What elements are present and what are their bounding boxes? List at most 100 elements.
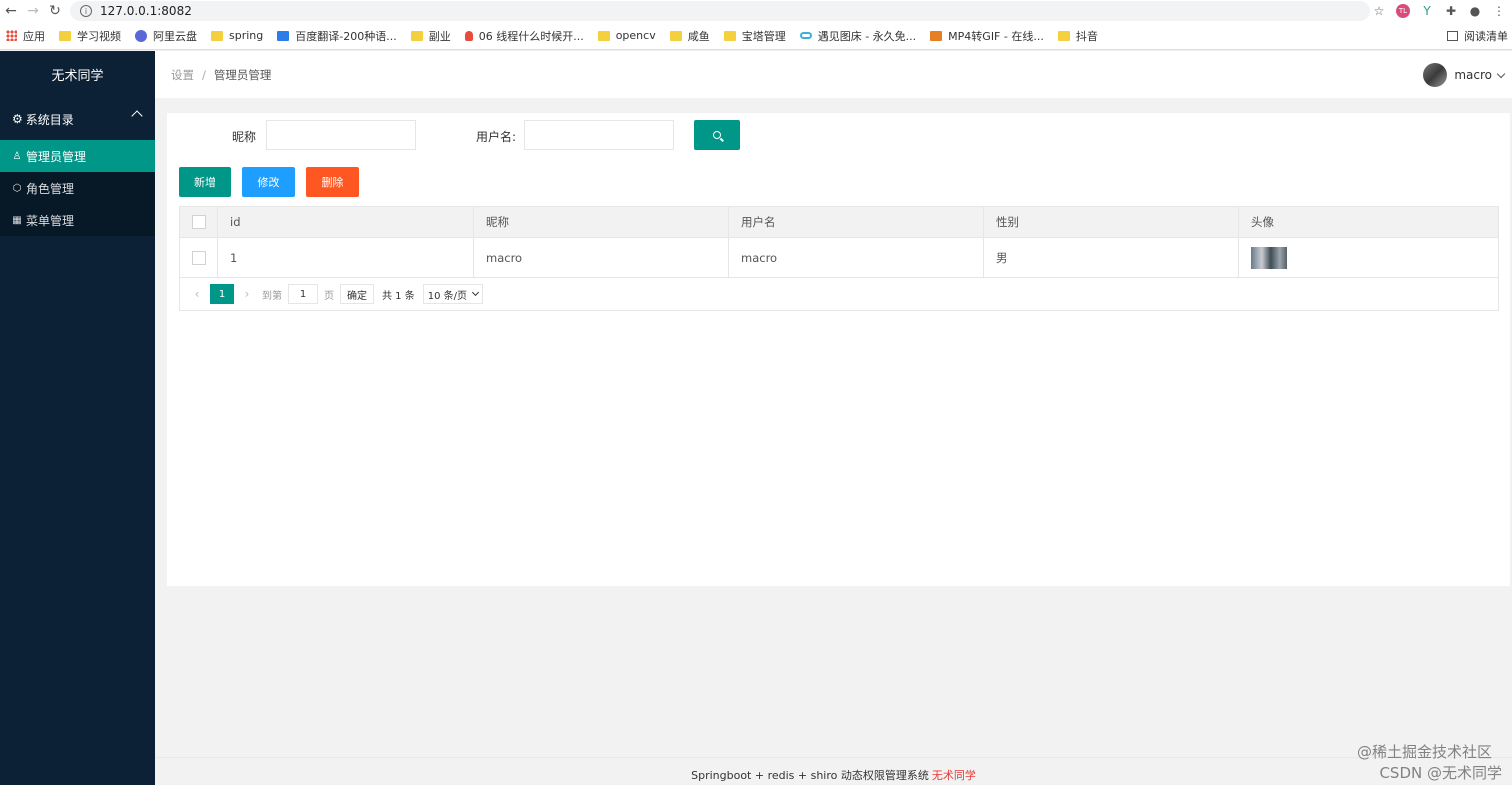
convert-icon — [930, 30, 943, 41]
goto-page-input[interactable]: 1 — [288, 284, 318, 304]
address-bar[interactable]: i 127.0.0.1:8082 — [70, 1, 1370, 21]
top-header: 设置 / 管理员管理 macro — [155, 51, 1512, 98]
cell-nickname: macro — [474, 238, 729, 277]
forward-icon[interactable]: → — [22, 0, 44, 22]
admin-table: id 昵称 用户名 性别 头像 1 macro macro 男 ‹ 1 › 到第… — [179, 206, 1499, 311]
profile-icon[interactable]: ● — [1466, 2, 1484, 20]
footer-author[interactable]: 无术同学 — [932, 767, 976, 783]
page-unit-label: 页 — [324, 290, 334, 302]
cube-icon: ⬡ — [12, 182, 22, 194]
bookmark-baota[interactable]: 宝塔管理 — [723, 28, 786, 44]
sidebar-item-admin[interactable]: ♙ 管理员管理 — [0, 140, 155, 172]
cell-gender: 男 — [984, 238, 1239, 277]
user-icon: ♙ — [12, 150, 22, 162]
breadcrumb-separator: / — [202, 67, 206, 82]
apps-icon — [6, 30, 17, 41]
site-info-icon[interactable]: i — [80, 5, 92, 17]
search-icon — [713, 131, 721, 139]
bookmark-aliyun-drive[interactable]: 阿里云盘 — [135, 28, 197, 44]
bookmark-douyin[interactable]: 抖音 — [1057, 28, 1098, 44]
puzzle-icon[interactable]: ✚ — [1442, 2, 1460, 20]
watermark-csdn: CSDN @无术同学 — [1379, 764, 1502, 782]
sidebar: 无术同学 ⚙ 系统目录 ♙ 管理员管理 ⬡ 角色管理 ▦ 菜单管理 — [0, 51, 155, 785]
pagination: ‹ 1 › 到第 1 页 确定 共 1 条 10 条/页 — [180, 278, 1498, 310]
breadcrumb-current: 管理员管理 — [213, 67, 272, 82]
delete-button[interactable]: 删除 — [306, 167, 359, 197]
username-label: 用户名: — [476, 130, 517, 144]
browser-toolbar: ← → ↻ i 127.0.0.1:8082 ☆ TL Y ✚ ● ⋮ — [0, 0, 1512, 22]
page-size-value: 10 条/页 — [427, 290, 468, 302]
watermark-juejin: @稀土掘金技术社区 — [1356, 743, 1492, 761]
current-page[interactable]: 1 — [210, 284, 234, 304]
footer: Springboot + redis + shiro 动态权限管理系统 无术同学 — [155, 757, 1512, 785]
menu-grid-icon: ▦ — [12, 214, 22, 226]
table-row[interactable]: 1 macro macro 男 — [180, 238, 1498, 278]
total-count: 共 1 条 — [382, 290, 415, 302]
menu-group-system[interactable]: ⚙ 系统目录 — [0, 98, 155, 140]
app-logo: 无术同学 — [51, 69, 104, 84]
chevron-up-icon — [131, 110, 143, 122]
column-header-avatar: 头像 — [1251, 215, 1274, 229]
column-header-nickname: 昵称 — [474, 207, 729, 237]
link-icon — [799, 32, 812, 39]
extension-y-icon[interactable]: Y — [1418, 2, 1436, 20]
app-root: 无术同学 ⚙ 系统目录 ♙ 管理员管理 ⬡ 角色管理 ▦ 菜单管理 设置 / 管… — [0, 51, 1512, 785]
bookmarks-bar: 应用 学习视频 阿里云盘 spring 百度翻译-200种语... 副业 06 … — [0, 22, 1512, 50]
bookmark-mp4-gif[interactable]: MP4转GIF - 在线... — [930, 28, 1044, 44]
url-text: 127.0.0.1:8082 — [100, 4, 192, 18]
sidebar-item-label: 菜单管理 — [26, 213, 75, 228]
cell-avatar — [1239, 238, 1498, 277]
table-header-row: id 昵称 用户名 性别 头像 — [180, 207, 1498, 238]
edit-button[interactable]: 修改 — [242, 167, 295, 197]
row-checkbox[interactable] — [191, 250, 206, 265]
sidebar-item-menu[interactable]: ▦ 菜单管理 — [0, 204, 155, 236]
folder-icon — [410, 30, 423, 41]
bookmark-side-job[interactable]: 副业 — [410, 28, 451, 44]
flame-icon — [464, 30, 473, 41]
search-button[interactable] — [694, 120, 740, 150]
bookmark-xianyu[interactable]: 咸鱼 — [669, 28, 710, 44]
search-form: 昵称 用户名: — [167, 120, 767, 150]
more-menu-icon[interactable]: ⋮ — [1490, 2, 1508, 20]
bookmark-opencv[interactable]: opencv — [597, 29, 656, 42]
bookmark-spring[interactable]: spring — [211, 29, 263, 42]
folder-icon — [1057, 30, 1070, 41]
footer-text: Springboot + redis + shiro 动态权限管理系统 — [691, 769, 929, 782]
next-page-icon[interactable]: › — [238, 287, 256, 301]
avatar-thumbnail[interactable] — [1251, 246, 1287, 269]
bookmark-star-icon[interactable]: ☆ — [1370, 2, 1388, 20]
reading-list[interactable]: 阅读清单 — [1447, 22, 1508, 50]
extension-icon[interactable]: TL — [1394, 2, 1412, 20]
select-all-checkbox[interactable] — [191, 215, 206, 229]
folder-icon — [723, 30, 736, 41]
back-icon[interactable]: ← — [0, 0, 22, 22]
page-size-select[interactable]: 10 条/页 — [422, 284, 484, 304]
cell-username: macro — [729, 238, 984, 277]
user-menu[interactable]: macro — [1423, 63, 1506, 87]
header-checkbox-cell — [180, 207, 218, 237]
bookmark-thread[interactable]: 06 线程什么时候开... — [464, 28, 584, 44]
sidebar-item-role[interactable]: ⬡ 角色管理 — [0, 172, 155, 204]
menu-group-label: 系统目录 — [25, 112, 74, 127]
reading-list-icon — [1447, 31, 1458, 41]
goto-confirm-button[interactable]: 确定 — [340, 284, 374, 304]
chevron-down-icon — [471, 288, 480, 297]
bookmark-image-host[interactable]: 遇见图床 - 永久免... — [799, 28, 916, 44]
submenu: ♙ 管理员管理 ⬡ 角色管理 ▦ 菜单管理 — [0, 140, 155, 236]
nickname-input[interactable] — [266, 120, 416, 150]
bookmark-study-videos[interactable]: 学习视频 — [59, 28, 121, 44]
bookmark-apps[interactable]: 应用 — [6, 28, 45, 44]
baidu-translate-icon — [277, 30, 290, 41]
main-content: 昵称 用户名: 新增 修改 删除 id 昵称 用户名 性别 头像 1 macro… — [167, 113, 1510, 586]
column-header-gender: 性别 — [984, 207, 1239, 237]
gear-icon: ⚙ — [12, 112, 23, 126]
cell-id: 1 — [218, 238, 474, 277]
add-button[interactable]: 新增 — [179, 167, 231, 197]
folder-icon — [669, 30, 682, 41]
username-input[interactable] — [524, 120, 674, 150]
nickname-label: 昵称 — [232, 130, 257, 144]
prev-page-icon[interactable]: ‹ — [188, 287, 206, 301]
bookmark-baidu-translate[interactable]: 百度翻译-200种语... — [277, 28, 397, 44]
reload-icon[interactable]: ↻ — [44, 0, 66, 22]
breadcrumb-settings[interactable]: 设置 — [171, 67, 194, 83]
